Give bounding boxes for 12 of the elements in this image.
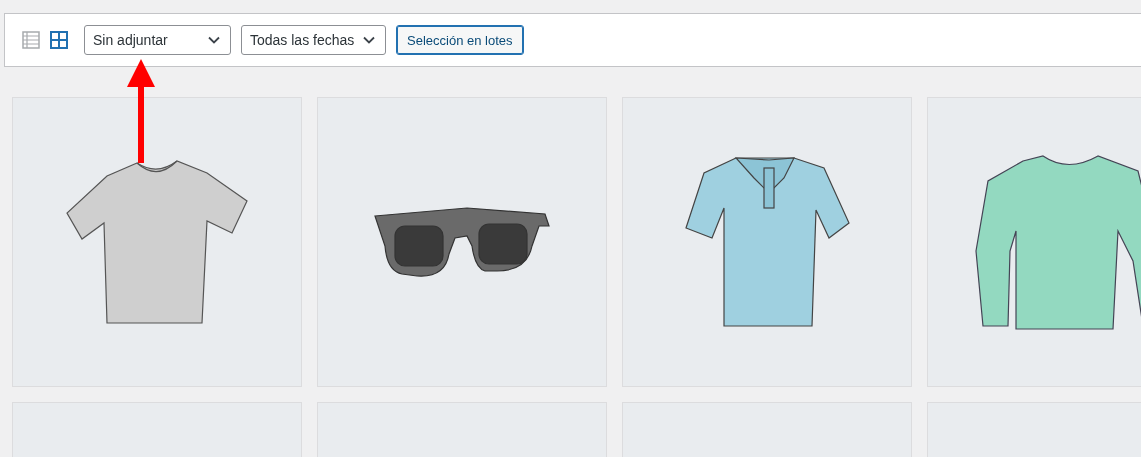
chevron-down-icon xyxy=(363,36,375,44)
filter-dropdown[interactable]: Todas las fechas xyxy=(241,25,386,55)
bulk-select-button[interactable]: Selección en lotes xyxy=(396,25,524,55)
attachment-tile[interactable] xyxy=(12,97,302,387)
attachment-tile[interactable] xyxy=(622,97,912,387)
list-view-icon[interactable] xyxy=(22,31,40,49)
arrow-icon xyxy=(126,59,156,163)
filter-dropdown[interactable]: Sin adjuntar xyxy=(84,25,231,55)
attachment-tile[interactable] xyxy=(927,97,1141,387)
attachment-tile[interactable] xyxy=(317,97,607,387)
chevron-down-icon xyxy=(208,36,220,44)
grid-view-icon[interactable] xyxy=(50,31,68,49)
